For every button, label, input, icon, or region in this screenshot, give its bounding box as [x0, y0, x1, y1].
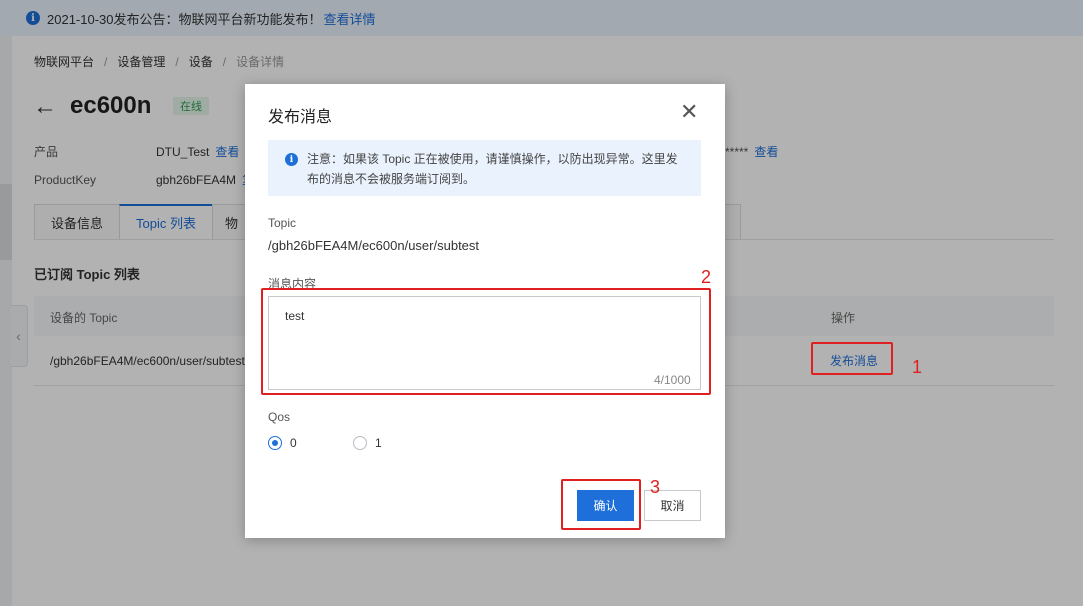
topic-label: Topic: [268, 216, 297, 230]
annotation-box-1: [811, 342, 893, 375]
annotation-number-3: 3: [650, 477, 661, 497]
qos-label: Qos: [268, 410, 291, 424]
annotation-number-2: 2: [701, 267, 712, 287]
radio-unchecked-icon: [353, 436, 367, 450]
annotation-box-3: [561, 479, 641, 530]
qos-option-0-label: 0: [290, 436, 297, 450]
warning-alert: i 注意：如果该 Topic 正在被使用，请谨慎操作，以防出现异常。这里发布的消…: [268, 140, 701, 196]
qos-option-1-label: 1: [375, 436, 382, 450]
close-icon[interactable]: ✕: [680, 101, 698, 123]
qos-option-1[interactable]: 1: [353, 436, 382, 450]
alert-text: 注意：如果该 Topic 正在被使用，请谨慎操作，以防出现异常。这里发布的消息不…: [307, 152, 678, 186]
radio-checked-icon: [268, 436, 282, 450]
annotation-box-2: [261, 288, 711, 395]
info-icon: i: [285, 153, 298, 166]
qos-option-0[interactable]: 0: [268, 436, 297, 450]
dialog-title: 发布消息: [268, 109, 333, 126]
topic-value: /gbh26bFEA4M/ec600n/user/subtest: [268, 238, 480, 253]
annotation-number-1: 1: [912, 357, 923, 377]
